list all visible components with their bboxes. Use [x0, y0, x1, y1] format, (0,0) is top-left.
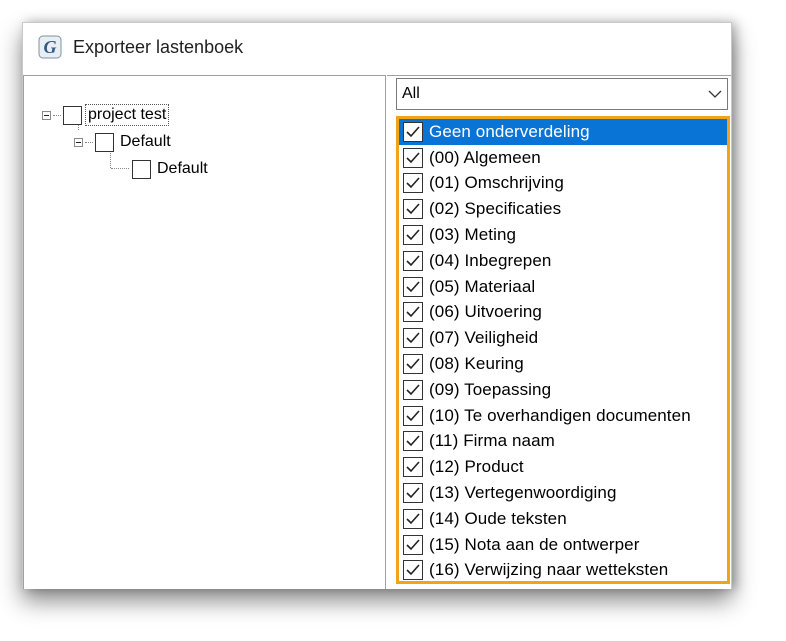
- tree-node-default-child[interactable]: Default: [132, 158, 210, 180]
- chapter-checkbox[interactable]: [403, 457, 423, 478]
- chapter-item[interactable]: (15) Nota aan de ontwerper: [399, 532, 727, 558]
- chapter-item[interactable]: (13) Vertegenwoordiging: [399, 480, 727, 506]
- chapter-checkbox[interactable]: [403, 250, 423, 271]
- chapter-label: (10) Te overhandigen documenten: [429, 405, 691, 425]
- checkmark-icon: [406, 435, 420, 447]
- tree-node-label[interactable]: Default: [155, 159, 210, 179]
- tree-checkbox[interactable]: [63, 105, 82, 125]
- chapter-checkbox[interactable]: [403, 147, 423, 168]
- tree-connector: [53, 114, 61, 116]
- chapter-item[interactable]: (01) Omschrijving: [399, 171, 727, 197]
- chapter-item[interactable]: (04) Inbegrepen: [399, 248, 727, 274]
- chapter-label: (09) Toepassing: [429, 379, 552, 399]
- tree-connector: [85, 141, 93, 143]
- chapter-label: (15) Nota aan de ontwerper: [429, 534, 640, 554]
- tree-node-default[interactable]: Default: [74, 131, 173, 153]
- chapter-item[interactable]: (10) Te overhandigen documenten: [399, 403, 727, 429]
- chapter-item[interactable]: (09) Toepassing: [399, 377, 727, 403]
- chapter-checkbox[interactable]: [403, 121, 423, 142]
- checkmark-icon: [406, 306, 420, 318]
- tree-connector: [111, 168, 129, 169]
- chapter-label: (13) Vertegenwoordiging: [429, 483, 617, 503]
- tree-node-label[interactable]: project test: [84, 104, 170, 126]
- chapter-item[interactable]: (05) Materiaal: [399, 274, 727, 300]
- chapter-item[interactable]: (16) Verwijzing naar wetteksten: [399, 558, 727, 581]
- chapter-label: (02) Specificaties: [429, 199, 562, 219]
- checkmark-icon: [406, 487, 420, 499]
- tree-node-label[interactable]: Default: [118, 132, 173, 152]
- chapter-label: (07) Veiligheid: [429, 328, 539, 348]
- chapter-checkbox[interactable]: [403, 560, 423, 581]
- chapter-label: (05) Materiaal: [429, 276, 536, 296]
- checkmark-icon: [406, 203, 420, 215]
- chapter-label: (11) Firma naam: [429, 431, 555, 451]
- chapter-label: (04) Inbegrepen: [429, 250, 552, 270]
- chapter-checkbox[interactable]: [403, 199, 423, 220]
- chapter-item[interactable]: (08) Keuring: [399, 351, 727, 377]
- chapter-label: (08) Keuring: [429, 354, 524, 374]
- chapter-checkbox[interactable]: [403, 405, 423, 426]
- chapter-item[interactable]: (06) Uitvoering: [399, 300, 727, 326]
- chapter-checkbox[interactable]: [403, 483, 423, 504]
- tree-checkbox[interactable]: [132, 159, 151, 179]
- chapter-checkbox[interactable]: [403, 379, 423, 400]
- checkmark-icon: [406, 152, 420, 163]
- checkmark-icon: [406, 281, 420, 292]
- chapter-label: (01) Omschrijving: [429, 173, 564, 193]
- app-logo-icon: G: [38, 35, 62, 59]
- chapter-item[interactable]: Geen onderverdeling: [399, 119, 727, 145]
- export-dialog: G Exporteer lastenboek project test Defa…: [22, 22, 732, 589]
- chapter-checkbox[interactable]: [403, 534, 423, 555]
- chapter-checkbox[interactable]: [403, 328, 423, 349]
- chapter-checkbox[interactable]: [403, 508, 423, 529]
- checkmark-icon: [406, 332, 420, 344]
- chapter-label: (14) Oude teksten: [429, 508, 567, 528]
- checkmark-icon: [406, 410, 420, 421]
- chapter-label: (16) Verwijzing naar wetteksten: [429, 560, 669, 580]
- checkmark-icon: [406, 539, 420, 550]
- chapter-item[interactable]: (12) Product: [399, 454, 727, 480]
- chapter-checklist[interactable]: Geen onderverdeling (00) Algemeen (01) Oms…: [396, 116, 730, 584]
- collapse-toggle-icon[interactable]: [74, 137, 83, 147]
- chapter-checkbox[interactable]: [403, 302, 423, 323]
- chapter-panel: All Geen onderverdeling (00) Algemeen (01)…: [387, 75, 731, 589]
- collapse-toggle-icon[interactable]: [42, 110, 51, 120]
- chapter-item[interactable]: (00) Algemeen: [399, 145, 727, 171]
- chapter-item[interactable]: (11) Firma naam: [399, 429, 727, 455]
- checkmark-icon: [406, 564, 420, 576]
- chapter-label: (12) Product: [429, 457, 524, 477]
- checkmark-icon: [406, 229, 420, 241]
- chapter-checkbox[interactable]: [403, 431, 423, 452]
- checkmark-icon: [406, 358, 420, 370]
- chapter-label: Geen onderverdeling: [429, 121, 590, 141]
- filter-dropdown[interactable]: All: [396, 78, 728, 110]
- chapter-checkbox[interactable]: [403, 354, 423, 375]
- tree-node-project[interactable]: project test: [42, 104, 170, 126]
- svg-text:G: G: [44, 37, 57, 57]
- chapter-item[interactable]: (14) Oude teksten: [399, 506, 727, 532]
- tree-checkbox[interactable]: [95, 132, 114, 152]
- checkmark-icon: [406, 255, 420, 267]
- checkmark-icon: [406, 513, 420, 525]
- chapter-checkbox[interactable]: [403, 173, 423, 194]
- chapter-item[interactable]: (07) Veiligheid: [399, 325, 727, 351]
- chapter-label: (00) Algemeen: [429, 147, 541, 167]
- chapter-label: (06) Uitvoering: [429, 302, 542, 322]
- window-title: Exporteer lastenboek: [73, 37, 244, 57]
- filter-dropdown-value: All: [402, 85, 420, 102]
- chevron-down-icon[interactable]: [703, 79, 727, 109]
- chapter-item[interactable]: (02) Specificaties: [399, 196, 727, 222]
- chapter-checkbox[interactable]: [403, 276, 423, 297]
- chapter-item[interactable]: (03) Meting: [399, 222, 727, 248]
- project-tree[interactable]: project test Default Default: [23, 75, 386, 589]
- chapter-checkbox[interactable]: [403, 225, 423, 246]
- checkmark-icon: [406, 177, 420, 189]
- chapter-label: (03) Meting: [429, 225, 517, 245]
- checkmark-icon: [406, 461, 420, 473]
- title-bar: G Exporteer lastenboek: [23, 23, 731, 71]
- checkmark-icon: [406, 384, 420, 396]
- checkmark-icon: [406, 126, 420, 138]
